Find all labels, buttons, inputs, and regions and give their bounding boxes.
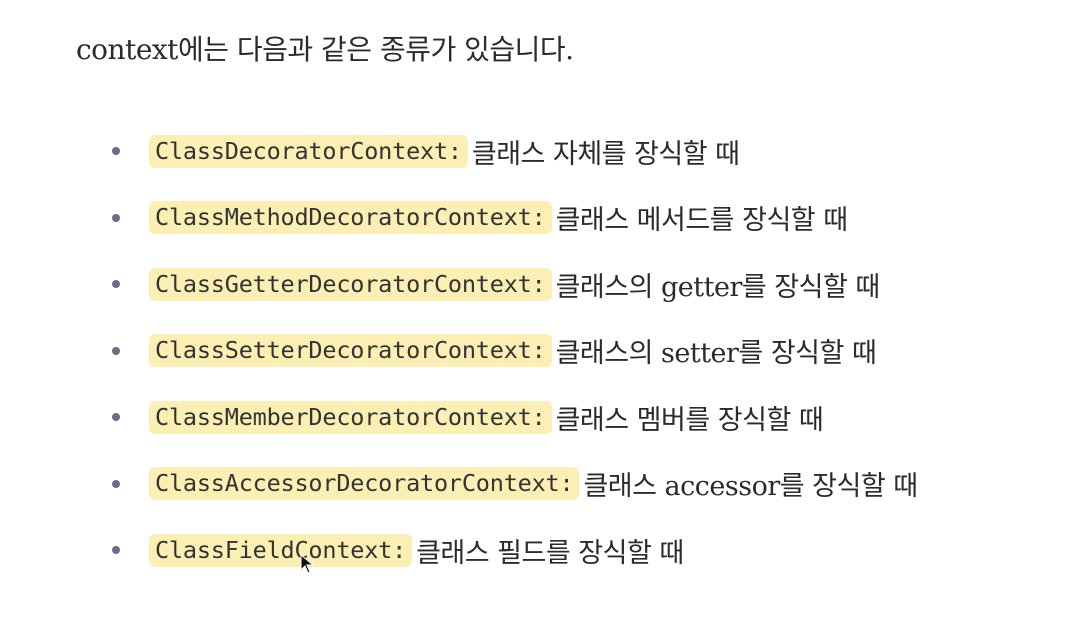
item-description: 클래스 필드를 장식할 때 <box>416 537 684 569</box>
list-item: ClassDecoratorContext: 클래스 자체를 장식할 때 <box>112 118 918 185</box>
item-description: 클래스 멤버를 장식할 때 <box>555 404 824 436</box>
intro-text: context에는 다음과 같은 종류가 있습니다. <box>76 33 574 66</box>
item-description: 클래스 메서드를 장식할 때 <box>555 205 849 237</box>
list-item: ClassSetterDecoratorContext: 클래스의 setter… <box>112 318 918 385</box>
bullet-icon <box>112 413 120 422</box>
list-item: ClassAccessorDecoratorContext: 클래스 acces… <box>112 451 918 518</box>
code-highlight: ClassGetterDecoratorContext: <box>149 267 552 301</box>
code-highlight: ClassSetterDecoratorContext: <box>149 334 552 368</box>
bullet-icon <box>112 147 120 156</box>
mouse-pointer-icon <box>300 554 315 574</box>
code-highlight: ClassFieldContext: <box>149 533 413 567</box>
bullet-icon <box>112 546 120 555</box>
item-description: 클래스 자체를 장식할 때 <box>471 138 740 170</box>
list-item: ClassGetterDecoratorContext: 클래스의 getter… <box>112 251 918 318</box>
code-highlight: ClassMethodDecoratorContext: <box>149 201 552 235</box>
code-highlight: ClassMemberDecoratorContext: <box>149 400 552 434</box>
code-highlight: ClassDecoratorContext: <box>149 134 468 168</box>
code-highlight: ClassAccessorDecoratorContext: <box>149 467 580 501</box>
bullet-icon <box>112 346 120 355</box>
item-description: 클래스의 getter를 장식할 때 <box>555 271 881 303</box>
context-type-list: ClassDecoratorContext: 클래스 자체를 장식할 때 Cla… <box>112 118 918 584</box>
item-description: 클래스의 setter를 장식할 때 <box>555 338 877 370</box>
list-item: ClassFieldContext: 클래스 필드를 장식할 때 <box>112 517 918 584</box>
bullet-icon <box>112 280 120 289</box>
list-item: ClassMemberDecoratorContext: 클래스 멤버를 장식할… <box>112 384 918 451</box>
bullet-icon <box>112 213 120 222</box>
item-description: 클래스 accessor를 장식할 때 <box>583 471 918 503</box>
list-item: ClassMethodDecoratorContext: 클래스 메서드를 장식… <box>112 185 918 252</box>
bullet-icon <box>112 479 120 488</box>
